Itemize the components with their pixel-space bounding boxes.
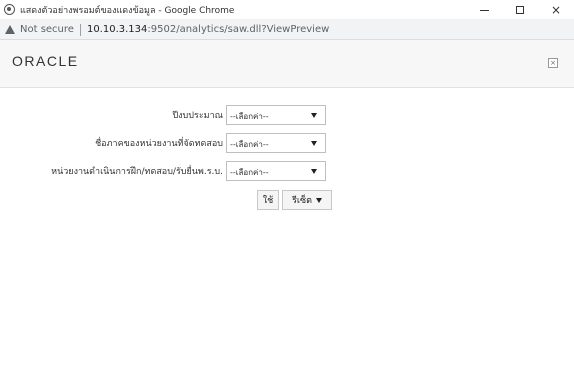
- url-text[interactable]: 10.10.3.134:9502/analytics/saw.dll?ViewP…: [87, 24, 329, 35]
- prompt-row-fiscal-year: ปีงบประมาณ --เลือกค่า--: [0, 105, 574, 125]
- close-dialog-icon[interactable]: ×: [548, 58, 558, 68]
- fiscal-year-select[interactable]: --เลือกค่า--: [226, 105, 326, 125]
- select-value: --เลือกค่า--: [230, 168, 269, 177]
- close-icon: ×: [550, 3, 562, 17]
- url-host: 10.10.3.134: [86, 24, 148, 35]
- minimize-button[interactable]: [466, 0, 502, 20]
- chevron-down-icon: [311, 169, 317, 174]
- prompt-row-agency: หน่วยงานดำเนินการฝึก/ทดสอบ/รับยื่นพ.ร.บ.…: [0, 161, 574, 181]
- apply-button[interactable]: ใช้: [257, 190, 279, 210]
- security-status[interactable]: Not secure: [20, 24, 74, 35]
- chevron-down-icon: [315, 197, 322, 203]
- chevron-down-icon: [311, 113, 317, 118]
- warning-icon: [5, 25, 15, 34]
- oracle-logo: ORACLE: [12, 53, 79, 69]
- maximize-button[interactable]: [502, 0, 538, 20]
- prompt-row-region: ชื่อภาคของหน่วยงานที่จัดทดสอบ --เลือกค่า…: [0, 133, 574, 153]
- chevron-down-icon: [311, 141, 317, 146]
- reset-label: รีเซ็ต: [292, 196, 312, 206]
- window-title: แสดงตัวอย่างพรอมต์ของแดงข้อมูล - Google …: [20, 5, 235, 16]
- minimize-icon: [479, 9, 489, 11]
- maximize-icon: [516, 6, 524, 14]
- address-bar[interactable]: Not secure 10.10.3.134:9502/analytics/sa…: [0, 20, 574, 40]
- address-divider: [79, 23, 81, 36]
- prompt-label: หน่วยงานดำเนินการฝึก/ทดสอบ/รับยื่นพ.ร.บ.: [51, 167, 223, 177]
- prompt-label: ปีงบประมาณ: [172, 111, 223, 121]
- prompt-label: ชื่อภาคของหน่วยงานที่จัดทดสอบ: [95, 139, 223, 149]
- region-select[interactable]: --เลือกค่า--: [226, 133, 326, 153]
- window-title-bar: แสดงตัวอย่างพรอมต์ของแดงข้อมูล - Google …: [0, 0, 574, 20]
- close-window-button[interactable]: ×: [538, 0, 574, 20]
- oracle-header: ORACLE ×: [0, 40, 574, 88]
- apply-label: ใช้: [262, 196, 274, 206]
- select-value: --เลือกค่า--: [230, 112, 269, 121]
- reset-button[interactable]: รีเซ็ต: [282, 190, 332, 210]
- url-path: :9502/analytics/saw.dll?ViewPreview: [147, 24, 330, 35]
- chrome-icon: [4, 4, 15, 15]
- select-value: --เลือกค่า--: [230, 140, 269, 149]
- agency-select[interactable]: --เลือกค่า--: [226, 161, 326, 181]
